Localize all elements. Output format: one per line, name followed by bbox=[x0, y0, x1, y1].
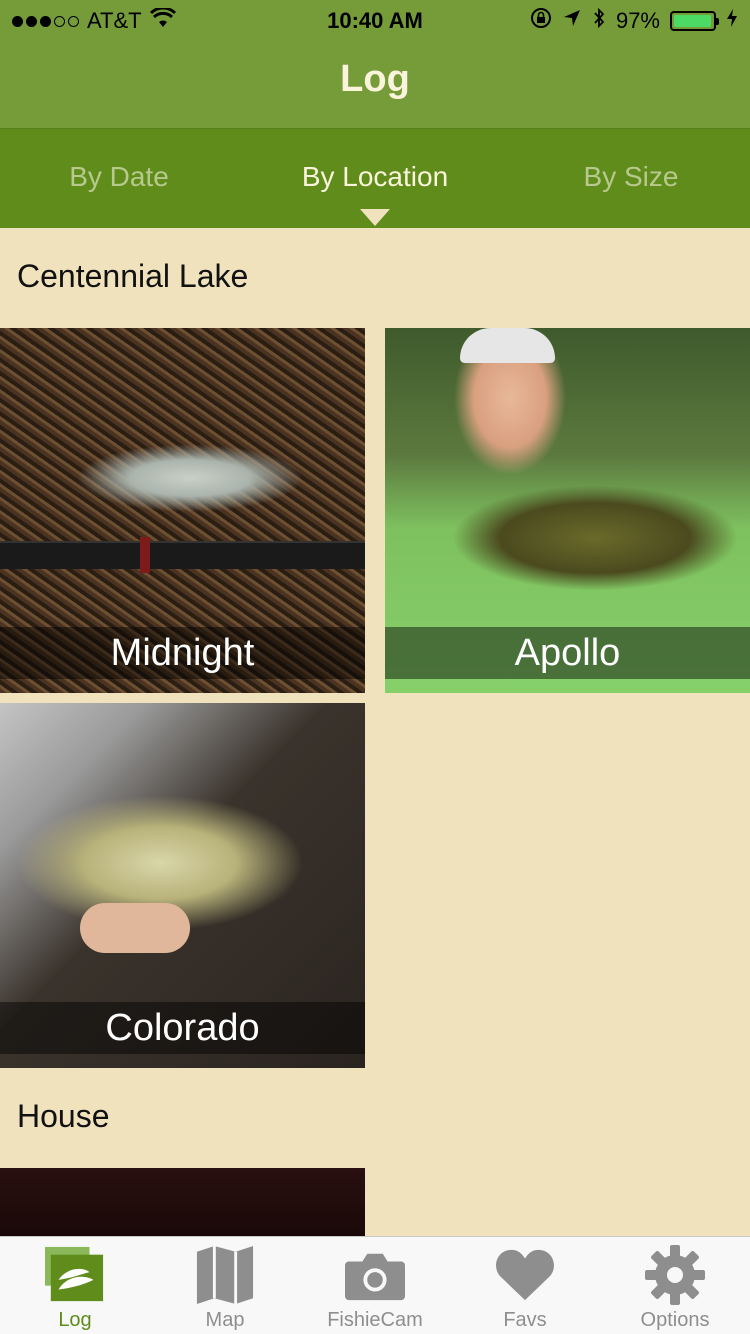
sort-segmented-control: By Date By Location By Size bbox=[0, 128, 750, 228]
fish-photo bbox=[0, 1168, 365, 1236]
tab-log[interactable]: Log bbox=[0, 1237, 150, 1334]
page-title: Log bbox=[340, 58, 410, 100]
gear-icon bbox=[645, 1245, 705, 1305]
photo-tile-midnight[interactable]: Midnight bbox=[0, 328, 365, 693]
navigation-header: AT&T 10:40 AM 97% Log bbox=[0, 0, 750, 128]
heart-icon bbox=[495, 1245, 555, 1305]
photo-caption: Colorado bbox=[0, 1002, 365, 1054]
segment-by-date[interactable]: By Date bbox=[0, 161, 244, 193]
photo-tile-house[interactable] bbox=[0, 1168, 365, 1236]
section-title: Centennial Lake bbox=[17, 258, 249, 294]
tab-label: Map bbox=[205, 1309, 245, 1331]
orientation-lock-icon bbox=[530, 7, 552, 35]
camera-icon bbox=[345, 1245, 405, 1305]
tab-label: Options bbox=[640, 1309, 710, 1331]
battery-icon bbox=[670, 11, 719, 31]
tab-fishiecam[interactable]: FishieCam bbox=[300, 1237, 450, 1334]
photo-tile-apollo[interactable]: Apollo bbox=[385, 328, 750, 693]
tab-label: FishieCam bbox=[327, 1309, 423, 1331]
tab-bar: Log Map FishieCam Favs Options bbox=[0, 1236, 750, 1334]
photo-caption: Midnight bbox=[0, 627, 365, 679]
location-arrow-icon bbox=[562, 8, 582, 34]
tab-label: Log bbox=[58, 1309, 92, 1331]
status-bar: AT&T 10:40 AM 97% bbox=[0, 0, 750, 40]
tab-label: Favs bbox=[503, 1309, 547, 1331]
segment-by-size[interactable]: By Size bbox=[506, 161, 750, 193]
photo-caption: Apollo bbox=[385, 627, 750, 679]
selected-segment-indicator bbox=[360, 209, 390, 226]
section-title: House bbox=[17, 1098, 110, 1134]
log-icon bbox=[45, 1245, 105, 1305]
segment-by-location[interactable]: By Location bbox=[250, 161, 500, 193]
battery-percent: 97% bbox=[615, 8, 660, 33]
tab-options[interactable]: Options bbox=[600, 1237, 750, 1334]
charging-icon bbox=[726, 8, 738, 34]
tab-favs[interactable]: Favs bbox=[450, 1237, 600, 1334]
bluetooth-icon bbox=[592, 7, 606, 35]
tab-map[interactable]: Map bbox=[150, 1237, 300, 1334]
photo-tile-colorado[interactable]: Colorado bbox=[0, 703, 365, 1068]
map-icon bbox=[195, 1245, 255, 1305]
